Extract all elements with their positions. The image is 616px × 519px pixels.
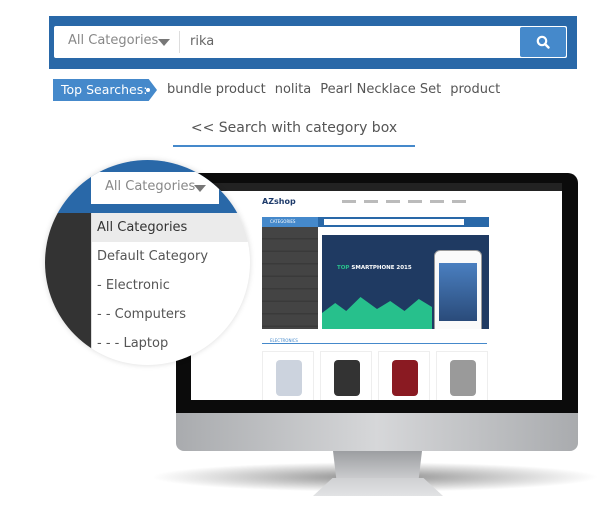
search-bar: All Categories rika [49,16,577,69]
site-categories-header: CATEGORIES [262,217,318,227]
category-dropdown[interactable]: All Categories [91,172,219,204]
chevron-down-icon[interactable] [158,39,170,46]
phone-image [434,250,482,329]
top-searches-text: Top Searches: [61,82,148,97]
banner-accent: TOP [337,265,350,271]
category-options: All Categories Default Category - Electr… [91,213,250,358]
dot-icon [146,88,150,92]
magnifier: All Categories All Categories Default Ca… [45,160,250,365]
option[interactable]: - - - Laptop [92,329,250,358]
mountains-graphic [322,297,432,329]
product-card [262,351,314,400]
product-card [320,351,372,400]
product-card [378,351,430,400]
dropdown-value: All Categories [105,179,196,194]
top-searches-tags: bundle product nolita Pearl Necklace Set… [167,82,500,97]
option[interactable]: - - Computers [92,300,250,329]
cooker-image [450,360,476,396]
search-button[interactable] [520,27,566,57]
monitor-chin [176,413,578,451]
site-content: AZshop CATEGORIES TOP SMARTPHONE 2015 EL… [256,183,501,400]
option[interactable]: Default Category [92,242,250,271]
site-banner: TOP SMARTPHONE 2015 [322,235,489,329]
site-sidebar [262,227,318,329]
tag-link[interactable]: product [450,82,500,97]
divider [179,31,180,53]
top-searches-label: Top Searches: [53,79,157,101]
option[interactable]: All Categories [92,213,250,242]
caption-underline [173,145,415,147]
site-search [318,217,489,227]
tag-link[interactable]: Pearl Necklace Set [320,82,441,97]
search-box: All Categories rika [54,26,567,58]
iron-image [334,360,360,396]
site-nav [342,200,472,203]
banner-text: SMARTPHONE 2015 [351,265,412,271]
site-logo: AZshop [262,197,296,206]
caption: << Search with category box [190,120,398,136]
product-card [436,351,488,400]
monitor-stand [333,451,422,481]
magnified-sidebar [45,213,91,365]
site-section-title: ELECTRONICS [262,338,487,344]
tag-link[interactable]: nolita [275,82,311,97]
option[interactable]: - Electronic [92,271,250,300]
banner-title: TOP SMARTPHONE 2015 [337,265,412,271]
search-icon [536,35,550,49]
iron-image [392,360,418,396]
phone-screen [439,263,477,321]
category-select[interactable]: All Categories [68,33,158,48]
search-input[interactable]: rika [190,34,214,49]
washer-image [276,360,302,396]
chevron-down-icon [194,185,206,192]
tag-link[interactable]: bundle product [167,82,266,97]
monitor-base [313,478,443,496]
site-search-input [324,219,464,225]
